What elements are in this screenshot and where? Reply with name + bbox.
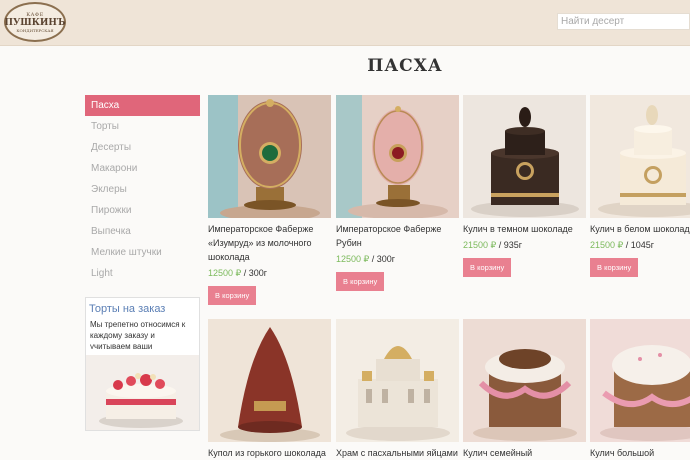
product-weight: / 300г (369, 254, 396, 264)
product-price: 21500 ₽ / 1045г (590, 240, 690, 251)
product-price: 12500 ₽ / 300г (208, 268, 331, 279)
product-image[interactable] (336, 319, 459, 442)
sidebar-item-pascha[interactable]: Пасха (85, 95, 200, 116)
promo-cake-image (86, 355, 199, 430)
product-name[interactable]: Кулич большой (590, 446, 690, 460)
logo[interactable]: КАФЕ ПУШКИНЪ КОНДИТЕРСКАЯ (4, 2, 66, 42)
product-price: 12500 ₽ / 300г (336, 254, 459, 265)
category-sidebar: Пасха Торты Десерты Макарони Эклеры Пиро… (85, 95, 200, 284)
product-card[interactable]: Купол из горького шоколада (208, 319, 331, 460)
product-card[interactable]: Императорское Фаберже Рубин 12500 ₽ / 30… (336, 95, 459, 291)
product-card[interactable]: Императорское Фаберже «Изумруд» из молоч… (208, 95, 331, 305)
product-name[interactable]: Купол из горького шоколада (208, 446, 331, 460)
product-card[interactable]: Кулич в темном шоколаде 21500 ₽ / 935г В… (463, 95, 586, 277)
logo-line-3: КОНДИТЕРСКАЯ (16, 27, 54, 33)
product-image[interactable] (336, 95, 459, 218)
custom-cakes-promo[interactable]: Торты на заказ Мы трепетно относимся к к… (85, 297, 200, 431)
product-image[interactable] (463, 319, 586, 442)
page-title: ПАСХА (367, 56, 443, 76)
price-value: 21500 ₽ (463, 240, 497, 250)
price-value: 12500 ₽ (336, 254, 370, 264)
product-name[interactable]: Кулич в белом шоколаде (590, 222, 690, 236)
product-image[interactable] (463, 95, 586, 218)
product-image[interactable] (208, 95, 331, 218)
promo-text: Мы трепетно относимся к каждому заказу и… (90, 320, 186, 349)
add-to-cart-button[interactable]: В корзину (208, 286, 257, 305)
product-name[interactable]: Кулич семейный (463, 446, 586, 460)
product-weight: / 300г (241, 268, 268, 278)
product-name[interactable]: Кулич в темном шоколаде (463, 222, 586, 236)
search-input[interactable] (557, 13, 690, 30)
product-price: 21500 ₽ / 935г (463, 240, 586, 251)
add-to-cart-button[interactable]: В корзину (463, 258, 512, 277)
product-image[interactable] (590, 319, 690, 442)
price-value: 21500 ₽ (590, 240, 624, 250)
sidebar-item-cakes[interactable]: Торты (85, 116, 200, 137)
product-name[interactable]: Императорское Фаберже Рубин (336, 222, 459, 250)
product-weight: / 935г (496, 240, 523, 250)
sidebar-item-pastry[interactable]: Выпечка (85, 221, 200, 242)
add-to-cart-button[interactable]: В корзину (336, 272, 385, 291)
sidebar-item-pies[interactable]: Пирожки (85, 200, 200, 221)
sidebar-item-light[interactable]: Light (85, 263, 200, 284)
product-card[interactable]: Храм с пасхальными яйцами из (336, 319, 459, 460)
sidebar-item-eclairs[interactable]: Эклеры (85, 179, 200, 200)
product-weight: / 1045г (623, 240, 655, 250)
product-card[interactable]: Кулич в белом шоколаде 21500 ₽ / 1045г В… (590, 95, 690, 277)
product-name[interactable]: Императорское Фаберже «Изумруд» из молоч… (208, 222, 331, 264)
price-value: 12500 ₽ (208, 268, 242, 278)
product-image[interactable] (590, 95, 690, 218)
product-image[interactable] (208, 319, 331, 442)
top-bar: КАФЕ ПУШКИНЪ КОНДИТЕРСКАЯ (0, 0, 690, 46)
product-card[interactable]: Кулич большой (590, 319, 690, 460)
product-card[interactable]: Кулич семейный (463, 319, 586, 460)
promo-title[interactable]: Торты на заказ (86, 298, 199, 317)
sidebar-item-small-treats[interactable]: Мелкие штучки (85, 242, 200, 263)
add-to-cart-button[interactable]: В корзину (590, 258, 639, 277)
product-name[interactable]: Храм с пасхальными яйцами из (336, 446, 459, 460)
sidebar-item-macarons[interactable]: Макарони (85, 158, 200, 179)
sidebar-item-desserts[interactable]: Десерты (85, 137, 200, 158)
logo-line-2: ПУШКИНЪ (4, 17, 66, 28)
